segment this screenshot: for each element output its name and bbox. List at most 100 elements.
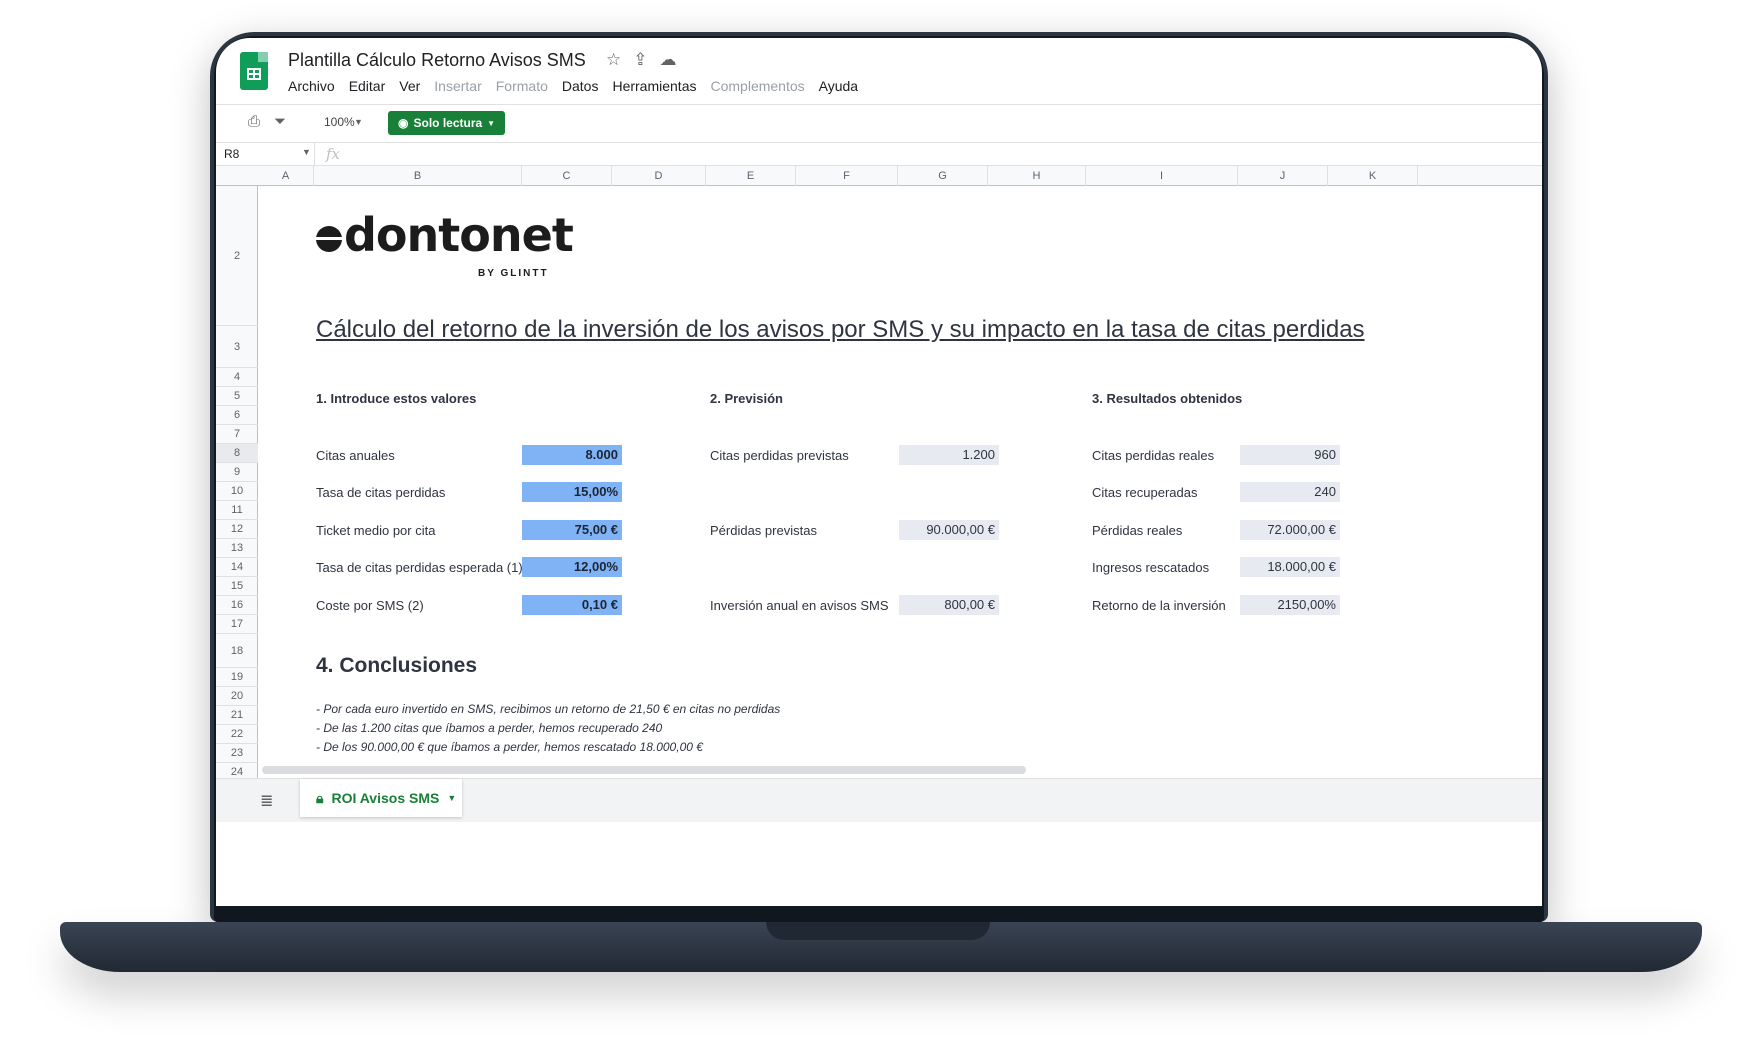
row-header[interactable]: 23 bbox=[216, 744, 258, 763]
column-header-a[interactable]: A bbox=[258, 166, 314, 186]
menu-formato[interactable]: Formato bbox=[496, 78, 548, 94]
forecast-cell[interactable]: 90.000,00 € bbox=[899, 520, 999, 540]
row-header[interactable]: 16 bbox=[216, 596, 258, 615]
readonly-button[interactable]: ◉ Solo lectura ▼ bbox=[388, 111, 506, 135]
result-cell[interactable]: 18.000,00 € bbox=[1240, 557, 1340, 577]
document-title[interactable]: Plantilla Cálculo Retorno Avisos SMS bbox=[288, 50, 586, 71]
row-header[interactable]: 2 bbox=[216, 186, 258, 326]
row-header[interactable]: 20 bbox=[216, 687, 258, 706]
formula-bar: R8 ▼ fx bbox=[216, 142, 1542, 167]
conclusion-line: - De los 90.000,00 € que íbamos a perder… bbox=[316, 740, 703, 754]
name-box[interactable]: R8 bbox=[224, 147, 239, 161]
spreadsheet-window: Plantilla Cálculo Retorno Avisos SMS ☆ ⇪… bbox=[216, 38, 1542, 906]
row-header[interactable]: 7 bbox=[216, 425, 258, 444]
menu-ver[interactable]: Ver bbox=[399, 78, 420, 94]
menu-insertar[interactable]: Insertar bbox=[434, 78, 481, 94]
conclusion-line: - Por cada euro invertido en SMS, recibi… bbox=[316, 702, 781, 716]
row-headers: 2 3 4 5 6 7 8 9 10 11 12 13 14 15 16 17 … bbox=[216, 186, 258, 804]
menu-complementos[interactable]: Complementos bbox=[710, 78, 804, 94]
forecast-label: Inversión anual en avisos SMS bbox=[710, 598, 889, 613]
row-header[interactable]: 14 bbox=[216, 558, 258, 577]
print-icon[interactable]: ⎙ bbox=[248, 113, 260, 130]
cloud-status-icon[interactable]: ☁ bbox=[660, 50, 677, 70]
row-header[interactable]: 5 bbox=[216, 387, 258, 406]
result-label: Citas recuperadas bbox=[1092, 485, 1198, 500]
row-header[interactable]: 3 bbox=[216, 326, 258, 368]
row-header[interactable]: 19 bbox=[216, 668, 258, 687]
input-label: Tasa de citas perdidas bbox=[316, 485, 446, 500]
column-header-g[interactable]: G bbox=[898, 166, 988, 186]
section-results-title: 3. Resultados obtenidos bbox=[1092, 391, 1243, 406]
row-header[interactable]: 18 bbox=[216, 634, 258, 668]
logo-mark-icon bbox=[316, 226, 342, 252]
laptop-mockup: Plantilla Cálculo Retorno Avisos SMS ☆ ⇪… bbox=[0, 0, 1753, 1059]
row-header[interactable]: 4 bbox=[216, 368, 258, 387]
conclusion-line: - De las 1.200 citas que íbamos a perder… bbox=[316, 721, 663, 735]
forecast-label: Citas perdidas previstas bbox=[710, 448, 849, 463]
sheets-logo-icon[interactable] bbox=[240, 52, 268, 90]
input-cell[interactable]: 12,00% bbox=[522, 557, 622, 577]
all-sheets-menu-icon[interactable]: ≣ bbox=[260, 791, 273, 811]
zoom-select[interactable]: 100% bbox=[324, 115, 355, 129]
column-header-k[interactable]: K bbox=[1328, 166, 1418, 186]
chevron-down-icon: ▼ bbox=[447, 793, 457, 803]
sheet-tab-label: ROI Avisos SMS bbox=[331, 790, 440, 806]
result-cell[interactable]: 2150,00% bbox=[1240, 595, 1340, 615]
forecast-cell[interactable]: 1.200 bbox=[899, 445, 999, 465]
result-label: Pérdidas reales bbox=[1092, 523, 1183, 538]
result-label: Retorno de la inversión bbox=[1092, 598, 1226, 613]
input-label: Citas anuales bbox=[316, 448, 395, 463]
menu-datos[interactable]: Datos bbox=[562, 78, 599, 94]
title-actions: ☆ ⇪ ☁ bbox=[606, 50, 677, 70]
horizontal-scrollbar[interactable] bbox=[262, 766, 1026, 774]
column-header-d[interactable]: D bbox=[612, 166, 706, 186]
conclusions-title: 4. Conclusiones bbox=[316, 654, 478, 677]
result-label: Ingresos rescatados bbox=[1092, 560, 1210, 575]
menu-herramientas[interactable]: Herramientas bbox=[612, 78, 696, 94]
input-cell[interactable]: 15,00% bbox=[522, 482, 622, 502]
column-header-c[interactable]: C bbox=[522, 166, 612, 186]
zoom-caret-icon[interactable]: ▼ bbox=[354, 117, 363, 127]
logo-byline: BY GLINTT bbox=[478, 268, 549, 279]
result-cell[interactable]: 240 bbox=[1240, 482, 1340, 502]
sheet-tab-bar: ≣ 🔒︎ ROI Avisos SMS ▼ bbox=[216, 778, 1542, 822]
row-header[interactable]: 11 bbox=[216, 501, 258, 520]
input-label: Coste por SMS (2) bbox=[316, 598, 424, 613]
section-forecast-title: 2. Previsión bbox=[710, 391, 783, 406]
row-header-selected[interactable]: 8 bbox=[216, 444, 258, 463]
column-header-j[interactable]: J bbox=[1238, 166, 1328, 186]
input-cell[interactable]: 0,10 € bbox=[522, 595, 622, 615]
filter-icon[interactable]: ⏷ bbox=[274, 113, 286, 130]
star-icon[interactable]: ☆ bbox=[606, 50, 621, 70]
input-cell[interactable]: 75,00 € bbox=[522, 520, 622, 540]
forecast-cell[interactable]: 800,00 € bbox=[899, 595, 999, 615]
input-label: Ticket medio por cita bbox=[316, 523, 436, 538]
row-header[interactable]: 12 bbox=[216, 520, 258, 539]
move-to-drive-icon[interactable]: ⇪ bbox=[633, 50, 647, 70]
row-header[interactable]: 21 bbox=[216, 706, 258, 725]
forecast-label: Pérdidas previstas bbox=[710, 523, 817, 538]
row-header[interactable]: 10 bbox=[216, 482, 258, 501]
row-header[interactable]: 17 bbox=[216, 615, 258, 634]
menu-editar[interactable]: Editar bbox=[349, 78, 386, 94]
fx-icon: fx bbox=[326, 145, 341, 163]
name-box-caret-icon[interactable]: ▼ bbox=[302, 147, 311, 157]
odontonet-logo: dontonet bbox=[316, 208, 574, 262]
sheet-tab-roi[interactable]: 🔒︎ ROI Avisos SMS ▼ bbox=[300, 779, 462, 817]
menu-ayuda[interactable]: Ayuda bbox=[819, 78, 858, 94]
result-cell[interactable]: 72.000,00 € bbox=[1240, 520, 1340, 540]
menu-archivo[interactable]: Archivo bbox=[288, 78, 335, 94]
row-header[interactable]: 9 bbox=[216, 463, 258, 482]
row-header[interactable]: 6 bbox=[216, 406, 258, 425]
column-header-f[interactable]: F bbox=[796, 166, 898, 186]
column-header-h[interactable]: H bbox=[988, 166, 1086, 186]
row-header[interactable]: 15 bbox=[216, 577, 258, 596]
column-header-i[interactable]: I bbox=[1086, 166, 1238, 186]
column-header-b[interactable]: B bbox=[314, 166, 522, 186]
lock-icon: 🔒︎ bbox=[316, 789, 324, 806]
row-header[interactable]: 22 bbox=[216, 725, 258, 744]
row-header[interactable]: 13 bbox=[216, 539, 258, 558]
column-header-e[interactable]: E bbox=[706, 166, 796, 186]
input-cell[interactable]: 8.000 bbox=[522, 445, 622, 465]
result-cell[interactable]: 960 bbox=[1240, 445, 1340, 465]
